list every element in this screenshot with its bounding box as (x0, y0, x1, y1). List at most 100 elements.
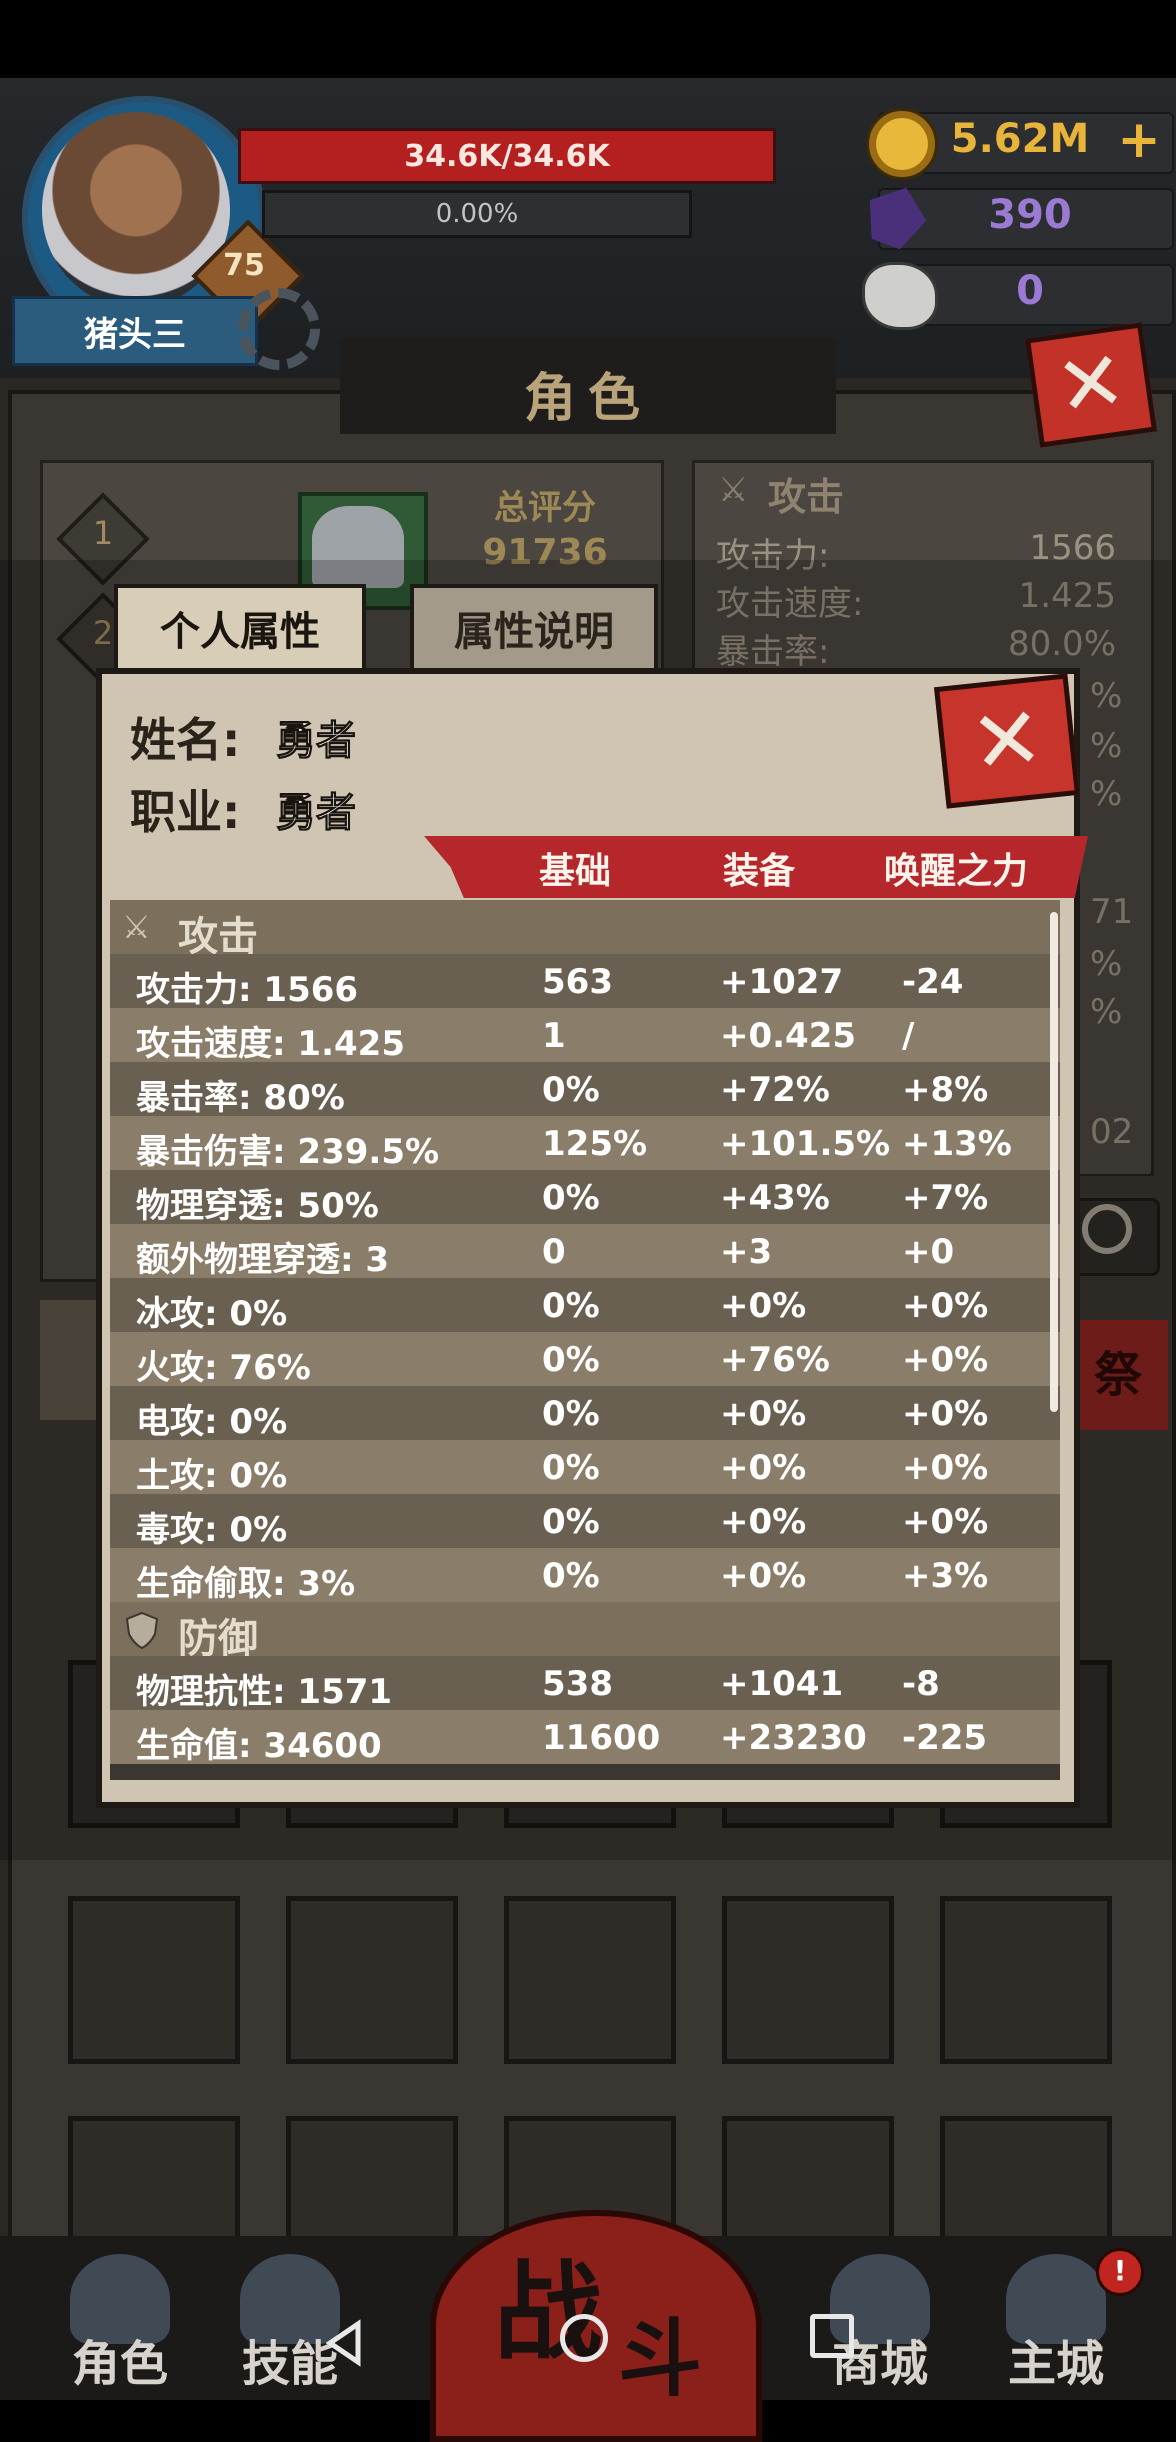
job-label: 职业: (130, 785, 241, 839)
stat-name: 毒攻: 0% (136, 1510, 288, 1550)
stat-base: 0% (542, 1070, 600, 1110)
section-header-defense: 防御 (110, 1602, 1060, 1662)
close-icon[interactable]: ✕ (933, 673, 1081, 809)
name-label: 姓名: (130, 713, 241, 767)
stat-awakening: +0% (902, 1340, 989, 1380)
slot-number: 1 (92, 514, 114, 552)
table-row: 电攻: 0% 0% +0% +0% (110, 1386, 1060, 1442)
stat-equipment: +1027 (720, 962, 844, 1002)
inventory-slot[interactable] (504, 1896, 676, 2064)
stat-base: 0 (542, 1232, 566, 1272)
stat-awakening: -8 (902, 1664, 940, 1704)
stat-base: 0% (542, 1340, 600, 1380)
nav-label: 主城 (1007, 2336, 1104, 2392)
stat-equipment: +72% (720, 1070, 830, 1110)
stat-base: 563 (542, 962, 613, 1002)
stat-name: 暴击率: 80% (136, 1078, 345, 1118)
stat-awakening: +3% (902, 1556, 989, 1596)
attribute-table[interactable]: ⚔ 攻击 攻击力: 1566 563 +1027 -24 攻击速度: 1.425 1 +0.… (110, 900, 1060, 1780)
gem-amount: 390 (988, 192, 1072, 238)
back-icon[interactable] (320, 2318, 370, 2368)
stat-equipment: +0% (720, 1556, 807, 1596)
stat-awakening: +8% (902, 1070, 989, 1110)
stat-equipment: +3 (720, 1232, 773, 1272)
stat-name: 攻击速度: 1.425 (136, 1024, 405, 1064)
stat-name: 物理抗性: 1571 (136, 1672, 393, 1712)
nav-role[interactable]: 角色 (30, 2254, 210, 2404)
stat-equipment: +0% (720, 1448, 807, 1488)
close-icon[interactable]: ✕ (1024, 322, 1158, 448)
stat-base: 0% (542, 1556, 600, 1596)
exp-bar: 0.00% (262, 190, 692, 238)
column-header-awakening: 唤醒之力 (883, 851, 1028, 892)
stat-base: 0% (542, 1286, 600, 1326)
table-row: 火攻: 76% 0% +76% +0% (110, 1332, 1060, 1388)
stat-name: 冰攻: 0% (136, 1294, 288, 1334)
column-header-equipment: 装备 (722, 851, 795, 892)
inventory-slot[interactable] (722, 1896, 894, 2064)
stat-equipment: +0% (720, 1286, 807, 1326)
stat-equipment: +76% (720, 1340, 830, 1380)
stat-awakening: +0% (902, 1448, 989, 1488)
stat-name: 火攻: 76% (136, 1348, 311, 1388)
stat-name: 攻击力: 1566 (136, 970, 359, 1010)
stat-name: 土攻: 0% (136, 1456, 288, 1496)
table-row: 额外物理穿透: 3 0 +3 +0 (110, 1224, 1060, 1280)
stat-base: 0% (542, 1502, 600, 1542)
tab-attribute-explanation[interactable]: 属性说明 (410, 584, 658, 672)
stat-equipment: +1041 (720, 1664, 844, 1704)
recents-icon[interactable] (810, 2314, 854, 2358)
table-row: 攻击速度: 1.425 1 +0.425 / (110, 1008, 1060, 1064)
stat-base: 538 (542, 1664, 613, 1704)
table-row: 攻击力: 1566 563 +1027 -24 (110, 954, 1060, 1010)
stat-base: 125% (542, 1124, 648, 1164)
fight-label: 斗 (617, 2310, 702, 2408)
stat-equipment: +43% (720, 1178, 830, 1218)
stat-awakening: +13% (902, 1124, 1012, 1164)
stat-awakening: +0 (902, 1232, 955, 1272)
section-header-attack: ⚔ 攻击 (110, 900, 1060, 960)
inventory-slot[interactable] (286, 1896, 458, 2064)
table-row: 毒攻: 0% 0% +0% +0% (110, 1494, 1060, 1550)
inventory-slot[interactable] (68, 1896, 240, 2064)
inventory-slot[interactable] (940, 1896, 1112, 2064)
stat-name: 暴击伤害: 239.5% (136, 1132, 440, 1172)
tab-personal-attributes[interactable]: 个人属性 (114, 584, 366, 672)
stat-awakening: -24 (902, 962, 964, 1002)
sword-icon: ⚔ (718, 470, 749, 510)
gold-coin-icon (866, 108, 938, 180)
add-gold-button[interactable]: + (1114, 112, 1164, 168)
table-row: 物理抗性: 1571 538 +1041 -8 (110, 1656, 1060, 1712)
stat-awakening: -225 (902, 1718, 988, 1758)
stats-section-title: 攻击 (768, 475, 845, 519)
stat-name: 生命偷取: 3% (136, 1564, 356, 1604)
stat-equipment: +0.425 (720, 1016, 857, 1056)
table-row: 生命偷取: 3% 0% +0% +3% (110, 1548, 1060, 1604)
stat-awakening: / (902, 1016, 915, 1056)
column-header-base: 基础 (538, 851, 611, 892)
score-label: 总评分 (494, 488, 596, 528)
alert-badge: ! (1096, 2248, 1144, 2296)
table-row: 物理穿透: 50% 0% +43% +7% (110, 1170, 1060, 1226)
stat-name: 生命值: 34600 (136, 1726, 382, 1766)
job-value: 勇者 (276, 790, 357, 837)
stat-equipment: +101.5% (720, 1124, 891, 1164)
name-value: 勇者 (276, 718, 357, 765)
table-row: 冰攻: 0% 0% +0% +0% (110, 1278, 1060, 1334)
stat-awakening: +7% (902, 1178, 989, 1218)
shield-icon (125, 1611, 159, 1650)
stat-name: 物理穿透: 50% (136, 1186, 379, 1226)
table-row: 暴击伤害: 239.5% 125% +101.5% +13% (110, 1116, 1060, 1172)
stat-awakening: +0% (902, 1394, 989, 1434)
gear-icon[interactable] (238, 288, 320, 370)
sword-icon: ⚔ (122, 908, 151, 946)
stat-base: 0% (542, 1178, 600, 1218)
home-icon[interactable] (560, 2314, 608, 2362)
stat-base: 0% (542, 1394, 600, 1434)
page-title: 角色 (523, 369, 652, 429)
stat-base: 1 (542, 1016, 566, 1056)
stat-base: 11600 (542, 1718, 661, 1758)
nav-label: 角色 (71, 2336, 168, 2392)
stat-base: 0% (542, 1448, 600, 1488)
scrollbar[interactable] (1050, 912, 1058, 1412)
